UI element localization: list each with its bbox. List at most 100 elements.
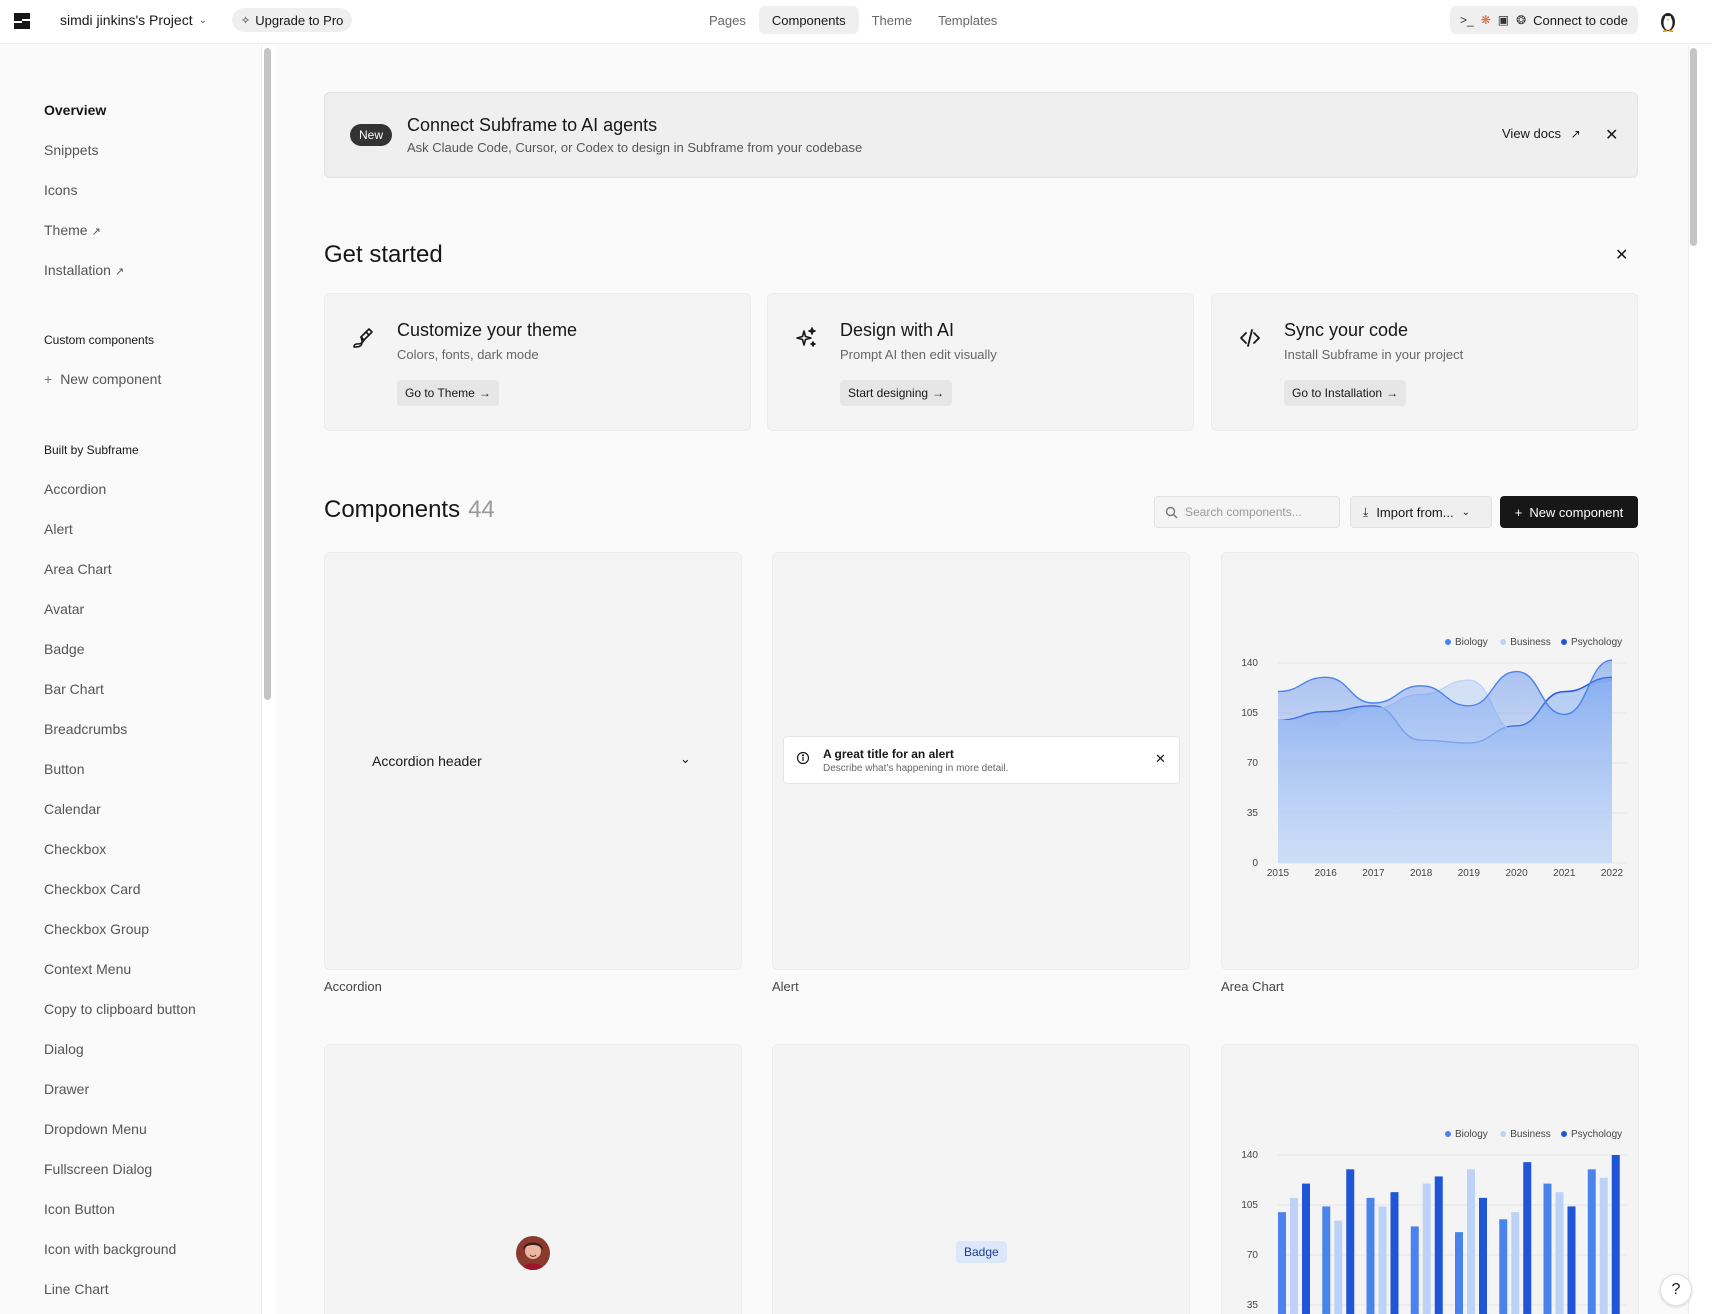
tab-components[interactable]: Components <box>758 6 859 34</box>
sidebar-item-avatar[interactable]: Avatar <box>44 601 84 617</box>
sidebar-item-dropdown-menu[interactable]: Dropdown Menu <box>44 1121 147 1137</box>
sidebar-item-snippets[interactable]: Snippets <box>44 142 98 158</box>
component-card-avatar[interactable] <box>324 1044 742 1314</box>
bar-psychology <box>1434 1176 1443 1314</box>
chevron-down-icon: ⌄ <box>1461 506 1470 518</box>
help-button[interactable]: ? <box>1660 1274 1692 1306</box>
tab-theme[interactable]: Theme <box>859 6 925 34</box>
cursor-icon: ▣ <box>1497 13 1510 27</box>
sidebar-item-checkbox[interactable]: Checkbox <box>44 841 106 857</box>
components-heading: Components <box>324 496 461 523</box>
sidebar-item-dialog[interactable]: Dialog <box>44 1041 84 1057</box>
import-from-button[interactable]: ⤓ Import from... ⌄ <box>1350 496 1492 528</box>
banner-title: Connect Subframe to AI agents <box>407 115 658 135</box>
banner-subtitle: Ask Claude Code, Cursor, or Codex to des… <box>407 140 863 155</box>
search-placeholder: Search components... <box>1185 505 1302 519</box>
get-started-card-ai: Design with AI Prompt AI then edit visua… <box>767 293 1194 431</box>
terminal-icon: >_ <box>1460 13 1474 27</box>
sidebar-item-context-menu[interactable]: Context Menu <box>44 961 131 977</box>
component-card-area-chart[interactable]: 0 35 70 105 140 2015 2016 2017 2018 2019 2020 2021 2… <box>1221 552 1639 970</box>
sidebar-item-copy-to-clipboard[interactable]: Copy to clipboard button <box>44 1001 196 1017</box>
view-docs-link[interactable]: View docs ↗ <box>1502 126 1581 141</box>
bar-biology <box>1410 1226 1419 1314</box>
go-to-theme-button[interactable]: Go to Theme → <box>397 380 499 406</box>
component-card-bar-chart[interactable]: 35 70 105 140 Biology Business Psychology <box>1221 1044 1639 1314</box>
sidebar-scrollbar[interactable] <box>264 48 271 700</box>
search-icon <box>1165 506 1178 519</box>
card-label-alert: Alert <box>772 979 799 994</box>
component-card-alert[interactable]: A great title for an alert Describe what… <box>772 552 1190 970</box>
bar-biology <box>1543 1183 1552 1314</box>
tab-pages[interactable]: Pages <box>696 6 759 34</box>
user-avatar[interactable] <box>1656 8 1680 32</box>
subframe-logo-icon[interactable] <box>11 10 33 32</box>
sparkle-icon: ✧ <box>241 14 251 27</box>
sidebar-item-icon-button[interactable]: Icon Button <box>44 1201 115 1217</box>
sidebar-item-button[interactable]: Button <box>44 761 84 777</box>
sidebar-item-calendar[interactable]: Calendar <box>44 801 101 817</box>
card-title: Design with AI <box>840 320 955 340</box>
sidebar-item-alert[interactable]: Alert <box>44 521 73 537</box>
sidebar-item-area-chart[interactable]: Area Chart <box>44 561 112 577</box>
sidebar-item-accordion[interactable]: Accordion <box>44 481 106 497</box>
arrow-right-icon: → <box>1386 386 1399 400</box>
project-switcher[interactable]: simdi jinkins's Project ⌄ <box>60 12 207 28</box>
help-label: ? <box>1671 1281 1681 1298</box>
sidebar-item-checkbox-group[interactable]: Checkbox Group <box>44 921 149 937</box>
top-bar: simdi jinkins's Project ⌄ ✧ Upgrade to P… <box>0 0 1712 44</box>
close-icon[interactable]: ✕ <box>1605 125 1618 145</box>
get-started-card-code: Sync your code Install Subframe in your … <box>1211 293 1638 431</box>
bar-biology <box>1278 1212 1286 1314</box>
tab-templates[interactable]: Templates <box>925 6 1010 34</box>
bar-chart: 35 70 105 140 Biology Business Psychology <box>1241 1129 1627 1314</box>
search-input[interactable]: Search components... <box>1154 496 1340 528</box>
sidebar-item-line-chart[interactable]: Line Chart <box>44 1281 109 1297</box>
bar-psychology <box>1611 1155 1620 1314</box>
openai-icon: ❂ <box>1516 13 1527 27</box>
y-tick-label: 105 <box>1241 708 1258 719</box>
bar-biology <box>1322 1206 1331 1314</box>
upgrade-button[interactable]: ✧ Upgrade to Pro <box>232 8 353 32</box>
sidebar-item-drawer[interactable]: Drawer <box>44 1081 89 1097</box>
components-count: 44 <box>468 496 495 523</box>
sidebar-item-icons[interactable]: Icons <box>44 182 77 198</box>
new-component-button[interactable]: + New component <box>1500 496 1638 528</box>
bar-psychology <box>1523 1162 1532 1314</box>
chevron-down-icon: ⌄ <box>680 751 691 766</box>
sidebar-item-bar-chart[interactable]: Bar Chart <box>44 681 104 697</box>
sidebar-item-checkbox-card[interactable]: Checkbox Card <box>44 881 141 897</box>
y-tick-label: 35 <box>1247 808 1259 819</box>
connect-to-code-button[interactable]: >_ ❋ ▣ ❂ Connect to code <box>1450 6 1638 34</box>
sidebar-item-label: Installation <box>44 262 111 278</box>
paintbrush-icon <box>353 328 373 348</box>
sidebar-item-fullscreen-dialog[interactable]: Fullscreen Dialog <box>44 1161 152 1177</box>
sidebar-new-component[interactable]: + New component <box>44 371 161 387</box>
x-tick-label: 2021 <box>1553 868 1576 879</box>
sidebar-item-icon-with-background[interactable]: Icon with background <box>44 1241 176 1257</box>
sidebar-item-overview[interactable]: Overview <box>44 102 106 118</box>
go-to-installation-button[interactable]: Go to Installation → <box>1284 380 1407 406</box>
sidebar-item-breadcrumbs[interactable]: Breadcrumbs <box>44 721 127 737</box>
legend-dot <box>1500 639 1507 645</box>
card-subtitle: Install Subframe in your project <box>1284 347 1464 362</box>
legend-label: Psychology <box>1571 1129 1622 1140</box>
x-tick-label: 2019 <box>1458 868 1481 879</box>
sidebar-item-label: Theme <box>44 222 88 238</box>
x-tick-label: 2017 <box>1362 868 1385 879</box>
legend-label: Business <box>1510 1129 1551 1140</box>
legend-dot <box>1500 1131 1507 1137</box>
component-card-badge[interactable]: Badge <box>772 1044 1190 1314</box>
main-scrollbar-thumb[interactable] <box>1690 48 1697 246</box>
external-link-icon: ↗ <box>91 226 101 238</box>
bar-psychology <box>1479 1197 1487 1314</box>
sidebar-item-badge[interactable]: Badge <box>44 641 84 657</box>
y-tick-label: 70 <box>1247 758 1259 769</box>
start-designing-button[interactable]: Start designing → <box>840 380 953 406</box>
legend-label: Biology <box>1455 637 1488 648</box>
sidebar-item-theme[interactable]: Theme ↗ <box>44 222 101 238</box>
card-subtitle: Colors, fonts, dark mode <box>397 347 539 362</box>
component-card-accordion[interactable]: Accordion header ⌄ <box>324 552 742 970</box>
sidebar-item-installation[interactable]: Installation ↗ <box>44 262 124 278</box>
claude-icon: ❋ <box>1480 13 1491 27</box>
close-icon[interactable]: ✕ <box>1615 245 1628 265</box>
